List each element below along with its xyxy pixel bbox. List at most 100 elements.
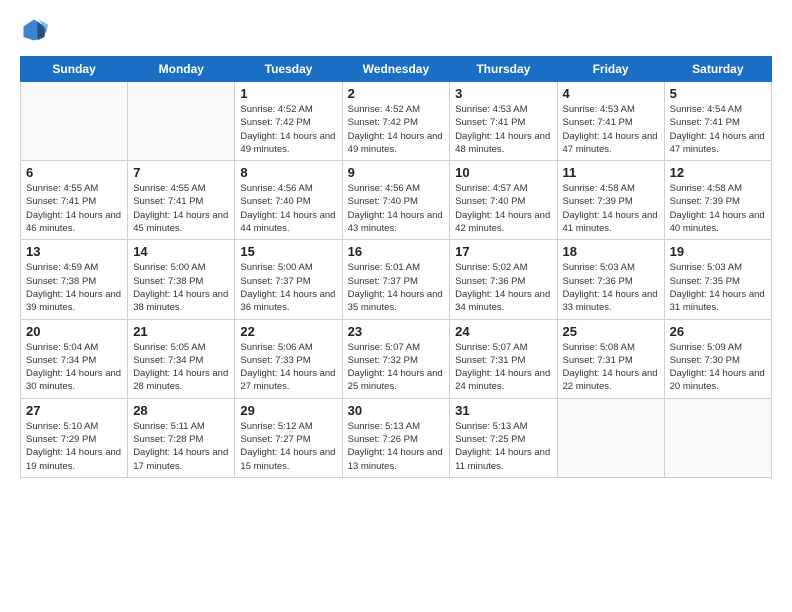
weekday-header: Monday xyxy=(128,57,235,82)
day-number: 17 xyxy=(455,244,551,259)
calendar-cell: 10 Sunrise: 4:57 AM Sunset: 7:40 PM Dayli… xyxy=(450,161,557,240)
day-number: 4 xyxy=(563,86,659,101)
day-number: 22 xyxy=(240,324,336,339)
header xyxy=(20,16,772,44)
day-number: 9 xyxy=(348,165,445,180)
calendar-cell: 31Sunrise: 5:13 AM Sunset: 7:25 PM Dayli… xyxy=(450,398,557,477)
calendar-cell: 23 Sunrise: 5:07 AM Sunset: 7:32 PM Dayli… xyxy=(342,319,450,398)
day-info: Sunrise: 5:11 AM Sunset: 7:28 PM Dayligh… xyxy=(133,420,229,473)
calendar-week-row: 6Sunrise: 4:55 AM Sunset: 7:41 PM Daylig… xyxy=(21,161,772,240)
day-info: Sunrise: 5:07 AM Sunset: 7:31 PM Dayligh… xyxy=(455,341,551,394)
calendar-cell: 7 Sunrise: 4:55 AM Sunset: 7:41 PM Daylig… xyxy=(128,161,235,240)
calendar-cell: 24 Sunrise: 5:07 AM Sunset: 7:31 PM Dayli… xyxy=(450,319,557,398)
day-number: 1 xyxy=(240,86,336,101)
calendar-cell: 22 Sunrise: 5:06 AM Sunset: 7:33 PM Dayli… xyxy=(235,319,342,398)
weekday-header: Sunday xyxy=(21,57,128,82)
logo xyxy=(20,16,52,44)
calendar-cell: 26 Sunrise: 5:09 AM Sunset: 7:30 PM Dayli… xyxy=(664,319,771,398)
day-info: Sunrise: 4:58 AM Sunset: 7:39 PM Dayligh… xyxy=(563,182,659,235)
calendar-week-row: 13 Sunrise: 4:59 AM Sunset: 7:38 PM Dayli… xyxy=(21,240,772,319)
calendar-cell: 18Sunrise: 5:03 AM Sunset: 7:36 PM Dayli… xyxy=(557,240,664,319)
day-info: Sunrise: 4:58 AM Sunset: 7:39 PM Dayligh… xyxy=(670,182,766,235)
day-number: 11 xyxy=(563,165,659,180)
day-number: 18 xyxy=(563,244,659,259)
day-number: 2 xyxy=(348,86,445,101)
day-number: 26 xyxy=(670,324,766,339)
day-info: Sunrise: 5:00 AM Sunset: 7:38 PM Dayligh… xyxy=(133,261,229,314)
day-number: 10 xyxy=(455,165,551,180)
day-number: 27 xyxy=(26,403,122,418)
day-info: Sunrise: 4:54 AM Sunset: 7:41 PM Dayligh… xyxy=(670,103,766,156)
day-number: 21 xyxy=(133,324,229,339)
day-number: 15 xyxy=(240,244,336,259)
day-number: 16 xyxy=(348,244,445,259)
day-number: 7 xyxy=(133,165,229,180)
calendar-cell: 28 Sunrise: 5:11 AM Sunset: 7:28 PM Dayli… xyxy=(128,398,235,477)
day-number: 13 xyxy=(26,244,122,259)
day-info: Sunrise: 5:10 AM Sunset: 7:29 PM Dayligh… xyxy=(26,420,122,473)
day-number: 29 xyxy=(240,403,336,418)
day-info: Sunrise: 4:55 AM Sunset: 7:41 PM Dayligh… xyxy=(26,182,122,235)
calendar-cell xyxy=(21,82,128,161)
day-info: Sunrise: 4:52 AM Sunset: 7:42 PM Dayligh… xyxy=(348,103,445,156)
day-info: Sunrise: 5:04 AM Sunset: 7:34 PM Dayligh… xyxy=(26,341,122,394)
day-number: 20 xyxy=(26,324,122,339)
weekday-header-row: SundayMondayTuesdayWednesdayThursdayFrid… xyxy=(21,57,772,82)
calendar-cell: 27 Sunrise: 5:10 AM Sunset: 7:29 PM Dayli… xyxy=(21,398,128,477)
calendar-week-row: 1 Sunrise: 4:52 AM Sunset: 7:42 PM Daylig… xyxy=(21,82,772,161)
calendar-cell: 21 Sunrise: 5:05 AM Sunset: 7:34 PM Dayli… xyxy=(128,319,235,398)
day-info: Sunrise: 5:12 AM Sunset: 7:27 PM Dayligh… xyxy=(240,420,336,473)
calendar-cell: 3Sunrise: 4:53 AM Sunset: 7:41 PM Daylig… xyxy=(450,82,557,161)
weekday-header: Thursday xyxy=(450,57,557,82)
day-number: 31 xyxy=(455,403,551,418)
calendar-cell: 5 Sunrise: 4:54 AM Sunset: 7:41 PM Daylig… xyxy=(664,82,771,161)
day-number: 28 xyxy=(133,403,229,418)
calendar-cell: 15 Sunrise: 5:00 AM Sunset: 7:37 PM Dayli… xyxy=(235,240,342,319)
calendar-cell: 4 Sunrise: 4:53 AM Sunset: 7:41 PM Daylig… xyxy=(557,82,664,161)
calendar-cell: 30 Sunrise: 5:13 AM Sunset: 7:26 PM Dayli… xyxy=(342,398,450,477)
day-info: Sunrise: 4:55 AM Sunset: 7:41 PM Dayligh… xyxy=(133,182,229,235)
day-info: Sunrise: 4:59 AM Sunset: 7:38 PM Dayligh… xyxy=(26,261,122,314)
calendar-cell xyxy=(664,398,771,477)
day-number: 30 xyxy=(348,403,445,418)
day-info: Sunrise: 5:08 AM Sunset: 7:31 PM Dayligh… xyxy=(563,341,659,394)
calendar-cell: 11 Sunrise: 4:58 AM Sunset: 7:39 PM Dayli… xyxy=(557,161,664,240)
day-info: Sunrise: 5:13 AM Sunset: 7:26 PM Dayligh… xyxy=(348,420,445,473)
calendar-cell: 13 Sunrise: 4:59 AM Sunset: 7:38 PM Dayli… xyxy=(21,240,128,319)
day-info: Sunrise: 4:53 AM Sunset: 7:41 PM Dayligh… xyxy=(563,103,659,156)
day-number: 19 xyxy=(670,244,766,259)
day-number: 24 xyxy=(455,324,551,339)
calendar-cell xyxy=(557,398,664,477)
calendar-page: SundayMondayTuesdayWednesdayThursdayFrid… xyxy=(0,0,792,498)
calendar-cell: 16 Sunrise: 5:01 AM Sunset: 7:37 PM Dayli… xyxy=(342,240,450,319)
day-number: 14 xyxy=(133,244,229,259)
calendar-cell: 9 Sunrise: 4:56 AM Sunset: 7:40 PM Daylig… xyxy=(342,161,450,240)
day-info: Sunrise: 5:05 AM Sunset: 7:34 PM Dayligh… xyxy=(133,341,229,394)
day-info: Sunrise: 5:03 AM Sunset: 7:35 PM Dayligh… xyxy=(670,261,766,314)
day-info: Sunrise: 5:06 AM Sunset: 7:33 PM Dayligh… xyxy=(240,341,336,394)
day-info: Sunrise: 4:52 AM Sunset: 7:42 PM Dayligh… xyxy=(240,103,336,156)
day-number: 25 xyxy=(563,324,659,339)
calendar-cell: 12Sunrise: 4:58 AM Sunset: 7:39 PM Dayli… xyxy=(664,161,771,240)
day-info: Sunrise: 5:01 AM Sunset: 7:37 PM Dayligh… xyxy=(348,261,445,314)
day-info: Sunrise: 5:07 AM Sunset: 7:32 PM Dayligh… xyxy=(348,341,445,394)
day-number: 23 xyxy=(348,324,445,339)
calendar-table: SundayMondayTuesdayWednesdayThursdayFrid… xyxy=(20,56,772,478)
calendar-cell: 6Sunrise: 4:55 AM Sunset: 7:41 PM Daylig… xyxy=(21,161,128,240)
day-info: Sunrise: 5:00 AM Sunset: 7:37 PM Dayligh… xyxy=(240,261,336,314)
weekday-header: Saturday xyxy=(664,57,771,82)
logo-icon xyxy=(20,16,48,44)
calendar-cell: 2 Sunrise: 4:52 AM Sunset: 7:42 PM Daylig… xyxy=(342,82,450,161)
weekday-header: Tuesday xyxy=(235,57,342,82)
day-info: Sunrise: 4:57 AM Sunset: 7:40 PM Dayligh… xyxy=(455,182,551,235)
day-number: 5 xyxy=(670,86,766,101)
calendar-cell: 1 Sunrise: 4:52 AM Sunset: 7:42 PM Daylig… xyxy=(235,82,342,161)
calendar-cell: 14 Sunrise: 5:00 AM Sunset: 7:38 PM Dayli… xyxy=(128,240,235,319)
day-info: Sunrise: 5:09 AM Sunset: 7:30 PM Dayligh… xyxy=(670,341,766,394)
day-info: Sunrise: 4:56 AM Sunset: 7:40 PM Dayligh… xyxy=(348,182,445,235)
day-number: 8 xyxy=(240,165,336,180)
day-info: Sunrise: 5:02 AM Sunset: 7:36 PM Dayligh… xyxy=(455,261,551,314)
day-info: Sunrise: 4:53 AM Sunset: 7:41 PM Dayligh… xyxy=(455,103,551,156)
calendar-cell: 8Sunrise: 4:56 AM Sunset: 7:40 PM Daylig… xyxy=(235,161,342,240)
calendar-cell xyxy=(128,82,235,161)
